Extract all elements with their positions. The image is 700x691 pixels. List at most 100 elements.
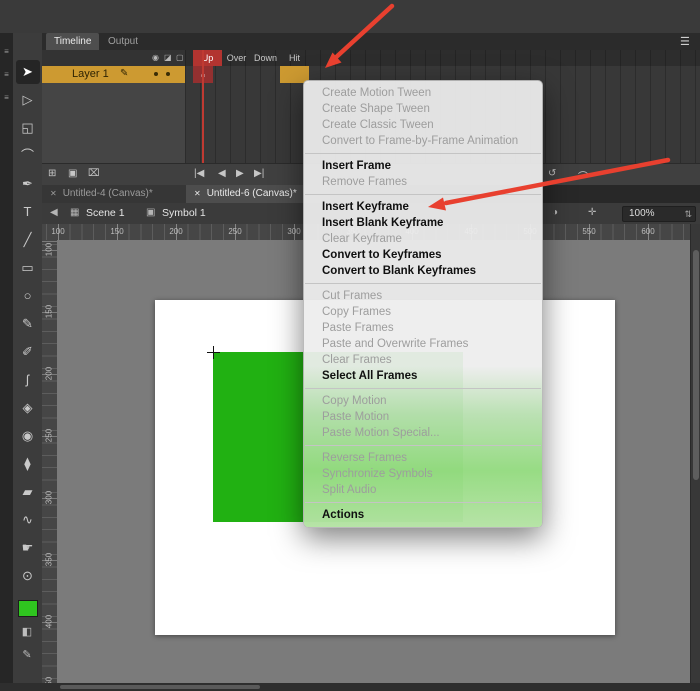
oval-tool[interactable]: ○ — [16, 284, 40, 308]
close-tab-icon[interactable]: ✕ — [194, 189, 201, 198]
frame-header-row: UpOverDownHit — [185, 50, 700, 66]
menu-item-reverse-frames: Reverse Frames — [304, 450, 542, 466]
center-frame-icon[interactable]: ✛ — [588, 207, 596, 218]
line-tool[interactable]: ╱ — [16, 228, 40, 252]
layer-visibility-dot[interactable] — [154, 72, 158, 76]
h-ruler-label: 600 — [634, 227, 662, 236]
layer-name[interactable]: Layer 1 — [72, 68, 109, 80]
menu-item-insert-frame[interactable]: Insert Frame — [304, 158, 542, 174]
collapse-icon[interactable]: ≡ — [0, 47, 13, 56]
scrollbar-thumb[interactable] — [693, 250, 699, 480]
menu-separator — [305, 445, 541, 446]
menu-separator — [305, 388, 541, 389]
close-tab-icon[interactable]: ✕ — [50, 189, 57, 198]
selection-tool[interactable]: ➤ — [16, 60, 40, 84]
horizontal-scrollbar[interactable] — [0, 683, 700, 691]
doc-tab-label: Untitled-4 (Canvas)* — [63, 188, 153, 199]
zoom-level-dropdown[interactable]: 100% ⇅ — [622, 206, 696, 222]
bone-tool[interactable]: ʃ — [16, 368, 40, 392]
zoom-stepper-icon[interactable]: ⇅ — [684, 207, 692, 221]
menu-item-paste-frames: Paste Frames — [304, 320, 542, 336]
go-to-first-frame-button[interactable]: |◀ — [194, 168, 204, 179]
menu-item-remove-frames: Remove Frames — [304, 174, 542, 190]
rectangle-tool[interactable]: ▭ — [16, 256, 40, 280]
menu-item-select-all-frames[interactable]: Select All Frames — [304, 368, 542, 384]
timeline-panel-tab-bar: Timeline Output — [42, 33, 700, 50]
outline-all-layers-icon[interactable]: ▢ — [176, 53, 184, 62]
breadcrumb-symbol[interactable]: Symbol 1 — [162, 207, 206, 219]
text-tool[interactable]: T — [16, 200, 40, 224]
scrollbar-thumb[interactable] — [60, 685, 260, 689]
layer-lock-dot[interactable] — [166, 72, 170, 76]
collapsed-panel-strip[interactable]: ≡ ≡ ≡ — [0, 33, 13, 691]
vertical-ruler: 100150200250300350400450 — [42, 240, 58, 683]
show-hide-all-layers-icon[interactable]: ◉ — [152, 53, 159, 62]
menu-item-actions[interactable]: Actions — [304, 507, 542, 523]
h-ruler-label: 150 — [103, 227, 131, 236]
pencil-mode-icon[interactable]: ✎ — [15, 648, 39, 661]
layer-list-empty-area — [42, 83, 185, 163]
zoom-tool[interactable]: ⊙ — [16, 564, 40, 588]
collapse-icon[interactable]: ≡ — [0, 93, 13, 102]
application-window: ≡ ≡ ≡ ➤ ▷ ◱ ⌒ ✒ T ╱ ▭ ○ ✎ ✐ ʃ ◈ ◉ ⧫ ▰ ∿ ☛ ⊙ ◧ ✎ Timeline O… — [0, 0, 700, 691]
loop-button[interactable]: ↺ — [548, 168, 556, 179]
new-layer-button[interactable]: ⊞ — [48, 168, 56, 179]
menu-item-insert-keyframe[interactable]: Insert Keyframe — [304, 199, 542, 215]
tab-output[interactable]: Output — [100, 33, 146, 50]
onion-skin-button[interactable]: ⌒ — [578, 168, 588, 183]
paint-bucket-tool[interactable]: ◈ — [16, 396, 40, 420]
layer-row[interactable]: Layer 1 ✎ — [42, 66, 185, 83]
menu-item-clear-frames: Clear Frames — [304, 352, 542, 368]
pencil-tool[interactable]: ✎ — [16, 312, 40, 336]
width-tool[interactable]: ∿ — [16, 508, 40, 532]
context-menu: Create Motion TweenCreate Shape TweenCre… — [303, 80, 543, 528]
scene-icon: ▦ — [70, 207, 79, 218]
tab-timeline[interactable]: Timeline — [46, 33, 99, 50]
menu-item-insert-blank-keyframe[interactable]: Insert Blank Keyframe — [304, 215, 542, 231]
context-menu-items: Create Motion TweenCreate Shape TweenCre… — [304, 85, 542, 523]
hand-tool[interactable]: ☛ — [16, 536, 40, 560]
doc-tab-untitled-4[interactable]: ✕ Untitled-4 (Canvas)* — [42, 185, 186, 203]
menu-item-paste-motion-special: Paste Motion Special... — [304, 425, 542, 441]
frame-label-down[interactable]: Down — [251, 50, 280, 66]
brush-tool[interactable]: ✐ — [16, 340, 40, 364]
eraser-tool[interactable]: ▰ — [16, 480, 40, 504]
frame-label-up[interactable]: Up — [193, 50, 222, 66]
breadcrumb-scene[interactable]: Scene 1 — [86, 207, 125, 219]
v-ruler-label: 200 — [45, 359, 54, 389]
menu-separator — [305, 153, 541, 154]
new-folder-button[interactable]: ▣ — [68, 168, 77, 179]
v-ruler-label: 150 — [45, 297, 54, 327]
frame-label-over[interactable]: Over — [222, 50, 251, 66]
lock-all-layers-icon[interactable]: ◪ — [164, 53, 172, 62]
step-back-button[interactable]: ◀ — [218, 168, 226, 179]
menu-item-convert-to-blank-keyframes[interactable]: Convert to Blank Keyframes — [304, 263, 542, 279]
play-button[interactable]: ▶ — [236, 168, 244, 179]
menu-separator — [305, 194, 541, 195]
doc-tab-label: Untitled-6 (Canvas)* — [207, 188, 297, 199]
lasso-tool[interactable]: ⌒ — [16, 144, 40, 168]
subselection-tool[interactable]: ▷ — [16, 88, 40, 112]
edit-symbols-icon[interactable]: ◑ — [552, 207, 558, 218]
stroke-fill-mini-icon[interactable]: ◧ — [15, 625, 39, 638]
zoom-value: 100% — [629, 208, 655, 219]
menu-item-create-motion-tween: Create Motion Tween — [304, 85, 542, 101]
eyedropper-tool[interactable]: ⧫ — [16, 452, 40, 476]
frame-label-hit[interactable]: Hit — [280, 50, 309, 66]
v-ruler-label: 100 — [45, 235, 54, 265]
menu-item-convert-to-keyframes[interactable]: Convert to Keyframes — [304, 247, 542, 263]
ink-bottle-tool[interactable]: ◉ — [16, 424, 40, 448]
collapse-icon[interactable]: ≡ — [0, 70, 13, 79]
menu-item-paste-motion: Paste Motion — [304, 409, 542, 425]
step-forward-button[interactable]: ▶| — [254, 168, 264, 179]
back-arrow-icon[interactable]: ◀ — [50, 207, 58, 218]
menu-separator — [305, 502, 541, 503]
delete-layer-button[interactable]: ⌧ — [88, 168, 100, 179]
vertical-scrollbar[interactable] — [690, 224, 700, 683]
panel-menu-icon[interactable]: ☰ — [680, 35, 690, 48]
pen-tool[interactable]: ✒ — [16, 172, 40, 196]
free-transform-tool[interactable]: ◱ — [16, 116, 40, 140]
fill-color-swatch[interactable] — [18, 600, 38, 617]
menu-item-split-audio: Split Audio — [304, 482, 542, 498]
playhead-line[interactable] — [202, 50, 204, 163]
